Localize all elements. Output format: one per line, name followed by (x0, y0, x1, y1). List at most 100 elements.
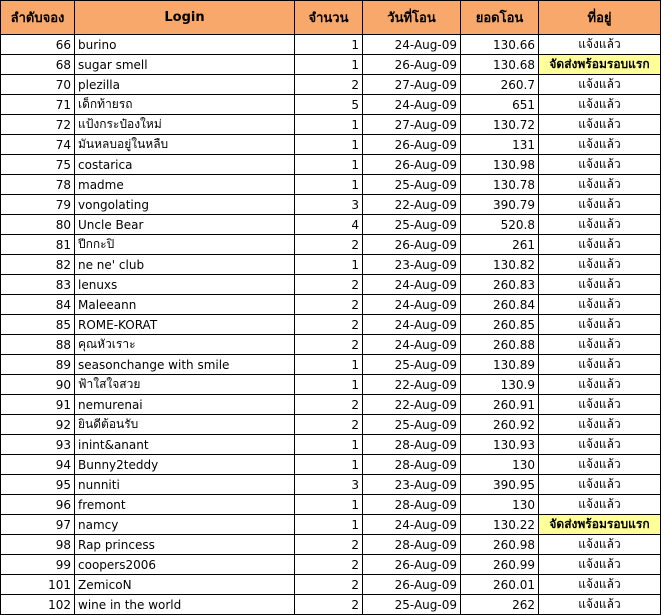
quantity-cell[interactable]: 2 (294, 414, 363, 435)
quantity-cell[interactable]: 2 (294, 534, 363, 555)
transfer-date-cell[interactable]: 23-Aug-09 (362, 474, 461, 495)
column-header-address-status[interactable]: ที่อยู่ (538, 0, 661, 35)
transfer-date-cell[interactable]: 25-Aug-09 (362, 594, 461, 615)
login-cell[interactable]: vongolating (74, 194, 295, 215)
login-cell[interactable]: Bunny2teddy (74, 454, 295, 475)
transfer-date-cell[interactable]: 26-Aug-09 (362, 554, 461, 575)
amount-cell[interactable]: 260.83 (460, 274, 539, 295)
quantity-cell[interactable]: 1 (294, 374, 363, 395)
order-no-cell[interactable]: 97 (0, 514, 75, 535)
order-no-cell[interactable]: 82 (0, 254, 75, 275)
transfer-date-cell[interactable]: 28-Aug-09 (362, 434, 461, 455)
status-cell[interactable]: จัดส่งพร้อมรอบแรก (538, 514, 661, 535)
login-cell[interactable]: คุณหัวเราะ (74, 334, 295, 355)
login-cell[interactable]: ROME-KORAT (74, 314, 295, 335)
quantity-cell[interactable]: 4 (294, 214, 363, 235)
quantity-cell[interactable]: 2 (294, 274, 363, 295)
quantity-cell[interactable]: 2 (294, 554, 363, 575)
amount-cell[interactable]: 131 (460, 134, 539, 155)
status-cell[interactable]: แจ้งแล้ว (538, 174, 661, 195)
quantity-cell[interactable]: 2 (294, 294, 363, 315)
order-no-cell[interactable]: 95 (0, 474, 75, 495)
transfer-date-cell[interactable]: 25-Aug-09 (362, 214, 461, 235)
amount-cell[interactable]: 260.98 (460, 534, 539, 555)
transfer-date-cell[interactable]: 24-Aug-09 (362, 514, 461, 535)
status-cell[interactable]: แจ้งแล้ว (538, 314, 661, 335)
status-cell[interactable]: แจ้งแล้ว (538, 594, 661, 615)
quantity-cell[interactable]: 3 (294, 474, 363, 495)
login-cell[interactable]: เด็กท้ายรถ (74, 94, 295, 115)
status-cell[interactable]: แจ้งแล้ว (538, 234, 661, 255)
order-no-cell[interactable]: 79 (0, 194, 75, 215)
status-cell[interactable]: แจ้งแล้ว (538, 554, 661, 575)
order-no-cell[interactable]: 89 (0, 354, 75, 375)
amount-cell[interactable]: 262 (460, 594, 539, 615)
order-no-cell[interactable]: 68 (0, 54, 75, 75)
amount-cell[interactable]: 130 (460, 454, 539, 475)
quantity-cell[interactable]: 2 (294, 394, 363, 415)
amount-cell[interactable]: 130.82 (460, 254, 539, 275)
quantity-cell[interactable]: 1 (294, 174, 363, 195)
transfer-date-cell[interactable]: 22-Aug-09 (362, 394, 461, 415)
order-no-cell[interactable]: 98 (0, 534, 75, 555)
column-header-transfer-date[interactable]: วันที่โอน (362, 0, 461, 35)
order-no-cell[interactable]: 72 (0, 114, 75, 135)
amount-cell[interactable]: 651 (460, 94, 539, 115)
order-no-cell[interactable]: 88 (0, 334, 75, 355)
quantity-cell[interactable]: 1 (294, 134, 363, 155)
transfer-date-cell[interactable]: 22-Aug-09 (362, 194, 461, 215)
order-no-cell[interactable]: 93 (0, 434, 75, 455)
status-cell[interactable]: แจ้งแล้ว (538, 134, 661, 155)
login-cell[interactable]: Rap princess (74, 534, 295, 555)
status-cell[interactable]: แจ้งแล้ว (538, 374, 661, 395)
order-no-cell[interactable]: 84 (0, 294, 75, 315)
quantity-cell[interactable]: 1 (294, 514, 363, 535)
amount-cell[interactable]: 260.85 (460, 314, 539, 335)
login-cell[interactable]: wine in the world (74, 594, 295, 615)
transfer-date-cell[interactable]: 24-Aug-09 (362, 94, 461, 115)
login-cell[interactable]: fremont (74, 494, 295, 515)
transfer-date-cell[interactable]: 22-Aug-09 (362, 374, 461, 395)
transfer-date-cell[interactable]: 26-Aug-09 (362, 154, 461, 175)
amount-cell[interactable]: 260.91 (460, 394, 539, 415)
transfer-date-cell[interactable]: 24-Aug-09 (362, 294, 461, 315)
login-cell[interactable]: costarica (74, 154, 295, 175)
login-cell[interactable]: sugar smell (74, 54, 295, 75)
quantity-cell[interactable]: 2 (294, 74, 363, 95)
quantity-cell[interactable]: 1 (294, 254, 363, 275)
column-header-login[interactable]: Login (74, 0, 295, 35)
login-cell[interactable]: seasonchange with smile (74, 354, 295, 375)
transfer-date-cell[interactable]: 23-Aug-09 (362, 254, 461, 275)
login-cell[interactable]: ยินดีต้อนรับ (74, 414, 295, 435)
order-no-cell[interactable]: 102 (0, 594, 75, 615)
order-no-cell[interactable]: 75 (0, 154, 75, 175)
amount-cell[interactable]: 130.72 (460, 114, 539, 135)
login-cell[interactable]: nunniti (74, 474, 295, 495)
login-cell[interactable]: lenuxs (74, 274, 295, 295)
transfer-date-cell[interactable]: 24-Aug-09 (362, 314, 461, 335)
status-cell[interactable]: แจ้งแล้ว (538, 434, 661, 455)
order-no-cell[interactable]: 96 (0, 494, 75, 515)
amount-cell[interactable]: 130 (460, 494, 539, 515)
transfer-date-cell[interactable]: 27-Aug-09 (362, 114, 461, 135)
status-cell[interactable]: แจ้งแล้ว (538, 74, 661, 95)
order-no-cell[interactable]: 90 (0, 374, 75, 395)
quantity-cell[interactable]: 2 (294, 314, 363, 335)
status-cell[interactable]: แจ้งแล้ว (538, 254, 661, 275)
transfer-date-cell[interactable]: 27-Aug-09 (362, 74, 461, 95)
order-no-cell[interactable]: 92 (0, 414, 75, 435)
transfer-date-cell[interactable]: 28-Aug-09 (362, 534, 461, 555)
amount-cell[interactable]: 260.99 (460, 554, 539, 575)
quantity-cell[interactable]: 2 (294, 594, 363, 615)
status-cell[interactable]: แจ้งแล้ว (538, 534, 661, 555)
order-no-cell[interactable]: 99 (0, 554, 75, 575)
transfer-date-cell[interactable]: 26-Aug-09 (362, 54, 461, 75)
quantity-cell[interactable]: 1 (294, 494, 363, 515)
login-cell[interactable]: มันหลบอยู่ในหลืบ (74, 134, 295, 155)
order-no-cell[interactable]: 70 (0, 74, 75, 95)
login-cell[interactable]: ne ne' club (74, 254, 295, 275)
quantity-cell[interactable]: 2 (294, 234, 363, 255)
login-cell[interactable]: ฟ้าใสใจสวย (74, 374, 295, 395)
login-cell[interactable]: Uncle Bear (74, 214, 295, 235)
order-no-cell[interactable]: 85 (0, 314, 75, 335)
